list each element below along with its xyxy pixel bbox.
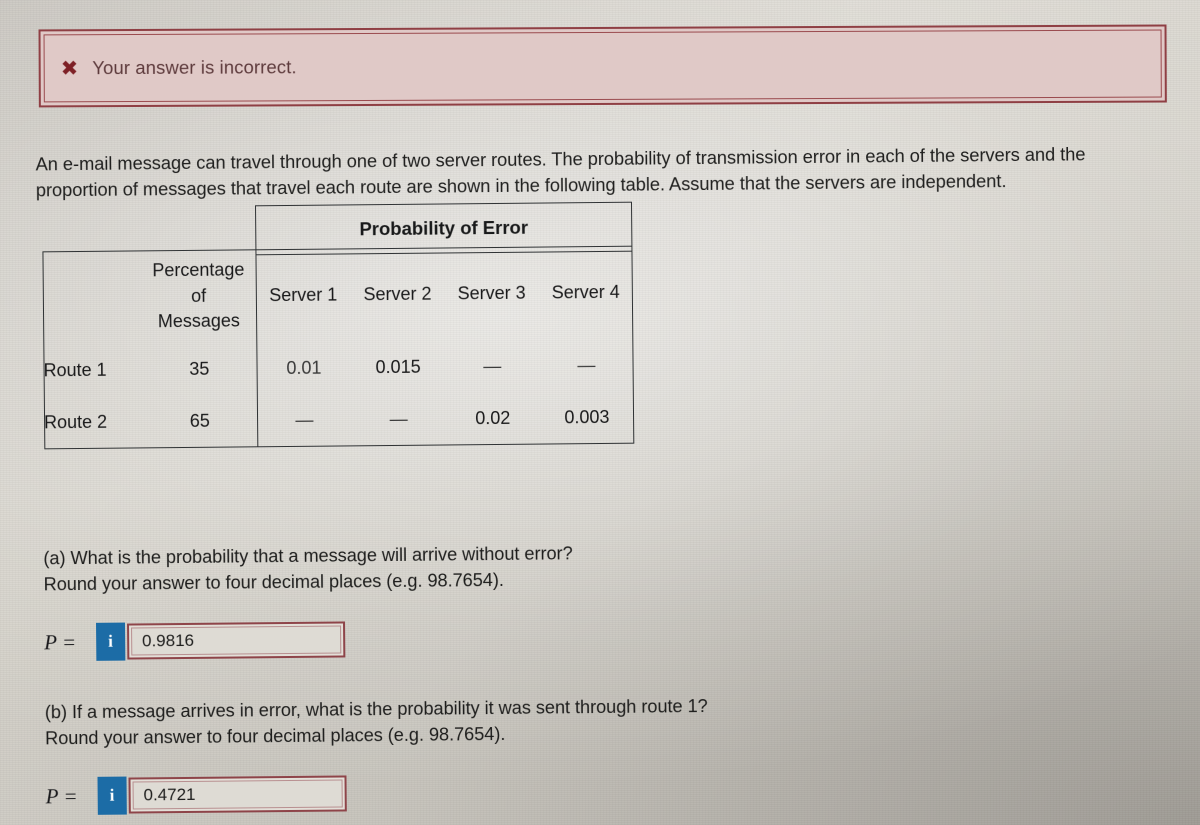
route-1-server-3-value: — bbox=[483, 356, 502, 377]
route-1-server-4-value: — bbox=[577, 355, 596, 376]
server-4-header: Server 4 bbox=[551, 282, 620, 303]
pct-header-line-3: Messages bbox=[157, 310, 240, 332]
probability-table: Probability of Error Percentage of Messa… bbox=[42, 201, 635, 452]
part-b-p-label: P = bbox=[45, 783, 78, 809]
incorrect-answer-banner: ✖ Your answer is incorrect. bbox=[38, 24, 1167, 108]
table-corner-cell bbox=[42, 250, 141, 344]
screen-content: ✖ Your answer is incorrect. An e-mail me… bbox=[0, 0, 1200, 825]
banner-message: Your answer is incorrect. bbox=[92, 56, 297, 79]
route-1-server-2-value: 0.015 bbox=[375, 356, 421, 378]
route-2-server-1-value: — bbox=[295, 410, 314, 431]
question-part-b: (b) If a message arrives in error, what … bbox=[45, 691, 906, 816]
percentage-of-messages-header: Percentage of Messages bbox=[141, 249, 257, 344]
route-1-server-1-value: 0.01 bbox=[286, 357, 322, 379]
table-grid: Percentage of Messages Server 1 Server 2… bbox=[42, 246, 634, 450]
pct-header-line-1: Percentage bbox=[152, 259, 245, 281]
server-2-header: Server 2 bbox=[363, 283, 432, 305]
x-mark-icon: ✖ bbox=[60, 55, 79, 80]
server-3-header: Server 3 bbox=[457, 282, 526, 304]
problem-statement: An e-mail message can travel through one… bbox=[35, 143, 1086, 201]
route-percentage: 65 bbox=[189, 411, 210, 432]
route-2-server-4-value: 0.003 bbox=[564, 407, 610, 428]
info-icon[interactable]: i bbox=[95, 622, 126, 662]
table-row: Route 2 65 — — 0.02 0.003 bbox=[44, 391, 634, 449]
info-icon[interactable]: i bbox=[97, 776, 127, 816]
part-a-answer-input[interactable]: 0.9816 bbox=[126, 621, 346, 660]
pct-header-line-2: of bbox=[191, 285, 207, 306]
table-header-row: Percentage of Messages Server 1 Server 2… bbox=[42, 246, 633, 345]
part-a-answer-row: P = i 0.9816 bbox=[44, 616, 844, 662]
route-2-server-3-value: 0.02 bbox=[475, 408, 511, 429]
part-b-answer-row: P = i 0.4721 bbox=[45, 769, 905, 816]
server-1-header: Server 1 bbox=[269, 284, 338, 306]
route-label: Route 2 bbox=[43, 412, 108, 433]
question-part-a: (a) What is the probability that a messa… bbox=[43, 538, 844, 662]
route-2-server-2-value: — bbox=[389, 409, 408, 430]
route-label: Route 1 bbox=[43, 359, 107, 381]
route-percentage: 35 bbox=[189, 358, 210, 380]
table-row: Route 1 35 0.01 0.015 — — bbox=[43, 339, 633, 397]
part-b-answer-input[interactable]: 0.4721 bbox=[128, 775, 347, 814]
part-a-p-label: P = bbox=[44, 629, 77, 655]
